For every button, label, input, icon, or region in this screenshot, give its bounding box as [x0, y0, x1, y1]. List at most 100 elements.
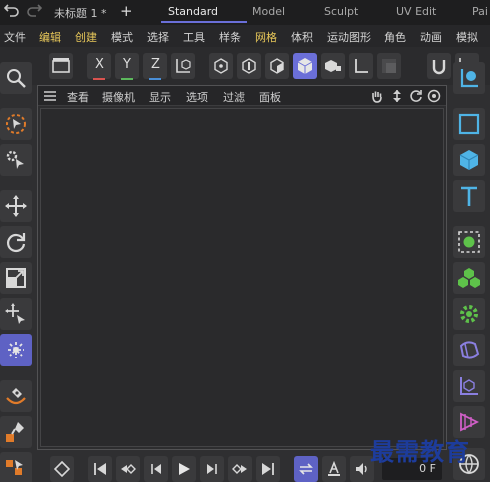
spline-pen-button[interactable] — [453, 62, 485, 94]
render-region-icon — [52, 58, 70, 73]
go-to-start-icon — [94, 463, 106, 475]
selection-tools-button[interactable] — [0, 144, 32, 176]
cube-button[interactable] — [453, 144, 485, 176]
edges-mode-icon — [242, 58, 256, 74]
next-key-icon — [232, 464, 247, 474]
cloner-selection-button[interactable] — [453, 226, 485, 258]
tab-uv-edit[interactable]: UV Edit — [396, 5, 436, 18]
menu-select[interactable]: 选择 — [147, 29, 169, 45]
live-selection-button[interactable] — [0, 108, 32, 140]
maximize-view-icon[interactable] — [427, 89, 441, 103]
viewport-menu-camera[interactable]: 摄像机 — [102, 89, 135, 105]
tab-standard[interactable]: Standard — [168, 5, 218, 18]
dolly-arrows-icon[interactable] — [390, 89, 404, 103]
bend-tool-button[interactable] — [0, 380, 32, 412]
menu-mode[interactable]: 模式 — [111, 29, 133, 45]
menu-mesh[interactable]: 网格 — [255, 29, 277, 45]
menu-mograph[interactable]: 运动图形 — [327, 29, 371, 45]
menu-volume[interactable]: 体积 — [291, 29, 313, 45]
menu-edit[interactable]: 编辑 — [39, 29, 61, 45]
keyframe-button[interactable] — [50, 456, 74, 482]
document-tab-title[interactable]: 未标题 1 * — [54, 5, 107, 21]
search-icon — [7, 69, 26, 88]
clapper-button[interactable] — [49, 53, 73, 79]
orbit-icon[interactable] — [409, 89, 423, 103]
menu-spline[interactable]: 样条 — [219, 29, 241, 45]
menu-file[interactable]: 文件 — [4, 29, 26, 45]
uv-mode-button[interactable] — [321, 53, 345, 79]
loop-icon — [299, 463, 313, 475]
viewport-menu-view[interactable]: 查看 — [67, 89, 89, 105]
go-to-start-button[interactable] — [88, 456, 112, 482]
move-icon — [5, 195, 27, 217]
snap-workplane-button[interactable] — [377, 53, 401, 79]
new-tab-button[interactable]: + — [120, 2, 133, 20]
next-frame-icon — [207, 464, 217, 474]
mograph-tool-button[interactable] — [0, 452, 32, 482]
effector-button[interactable] — [453, 298, 485, 330]
tab-model[interactable]: Model — [252, 5, 285, 18]
play-button[interactable] — [172, 456, 196, 482]
rotate-tool-button[interactable] — [0, 226, 32, 258]
undo-icon[interactable] — [3, 4, 20, 20]
viewport-menu-display[interactable]: 显示 — [149, 89, 171, 105]
brush-icon — [6, 422, 24, 442]
next-key-button[interactable] — [228, 456, 252, 482]
active-tab-indicator — [161, 21, 247, 23]
move-tool-button[interactable] — [0, 190, 32, 222]
camera-rig-icon — [460, 412, 480, 432]
snap-button[interactable] — [427, 53, 451, 79]
viewport-menu-options[interactable]: 选项 — [186, 89, 208, 105]
tab-paint[interactable]: Pai — [472, 5, 488, 18]
speaker-icon — [356, 463, 367, 475]
deformer-button[interactable] — [453, 334, 485, 366]
axis-x-underline — [93, 78, 105, 80]
cloner-button[interactable] — [453, 262, 485, 294]
transform-tool-button[interactable] — [0, 298, 32, 330]
live-selection-icon — [6, 114, 26, 134]
axis-z-underline — [149, 78, 161, 80]
clones-icon — [6, 460, 23, 475]
text-button[interactable] — [453, 180, 485, 212]
viewport-menu-filter[interactable]: 过滤 — [223, 89, 245, 105]
coordinate-system-button[interactable] — [171, 53, 195, 79]
menu-animate[interactable]: 动画 — [420, 29, 442, 45]
gear-effector-icon — [460, 305, 478, 323]
menu-tools[interactable]: 工具 — [183, 29, 205, 45]
scale-tool-button[interactable] — [0, 262, 32, 294]
viewport-header: 查看 摄像机 显示 选项 过滤 面板 — [38, 86, 446, 106]
grab-tool-button[interactable] — [0, 334, 32, 366]
cube-icon — [459, 150, 479, 170]
next-frame-button[interactable] — [200, 456, 224, 482]
axis-z-label: Z — [151, 57, 160, 72]
viewport-menu-panel[interactable]: 面板 — [259, 89, 281, 105]
redo-icon[interactable] — [26, 4, 43, 20]
go-to-end-icon — [262, 463, 274, 475]
search-button[interactable] — [0, 62, 32, 94]
rotate-icon — [6, 233, 26, 253]
previous-key-button[interactable] — [116, 456, 140, 482]
axis-mode-button[interactable] — [349, 53, 373, 79]
hamburger-menu-icon[interactable] — [43, 89, 57, 103]
title-bar: 未标题 1 * + Standard Model Sculpt UV Edit … — [0, 0, 490, 25]
viewport-panel: 查看 摄像机 显示 选项 过滤 面板 — [37, 85, 447, 450]
edges-mode-button[interactable] — [237, 53, 261, 79]
model-mode-button[interactable] — [293, 53, 317, 79]
auto-key-button[interactable] — [322, 456, 346, 482]
field-button[interactable] — [453, 370, 485, 402]
polygons-mode-button[interactable] — [265, 53, 289, 79]
points-mode-button[interactable] — [209, 53, 233, 79]
menu-simulate[interactable]: 模拟 — [456, 29, 478, 45]
viewport-canvas[interactable] — [40, 108, 444, 447]
previous-frame-button[interactable] — [144, 456, 168, 482]
pan-hand-icon[interactable] — [370, 89, 384, 103]
tab-sculpt[interactable]: Sculpt — [324, 5, 358, 18]
paint-tool-button[interactable] — [0, 416, 32, 448]
loop-button[interactable] — [294, 456, 318, 482]
bend-deformer-icon — [459, 341, 480, 359]
menu-character[interactable]: 角色 — [384, 29, 406, 45]
magnet-icon — [432, 60, 446, 75]
go-to-end-button[interactable] — [256, 456, 280, 482]
menu-create[interactable]: 创建 — [75, 29, 97, 45]
spline-rectangle-button[interactable] — [453, 108, 485, 140]
